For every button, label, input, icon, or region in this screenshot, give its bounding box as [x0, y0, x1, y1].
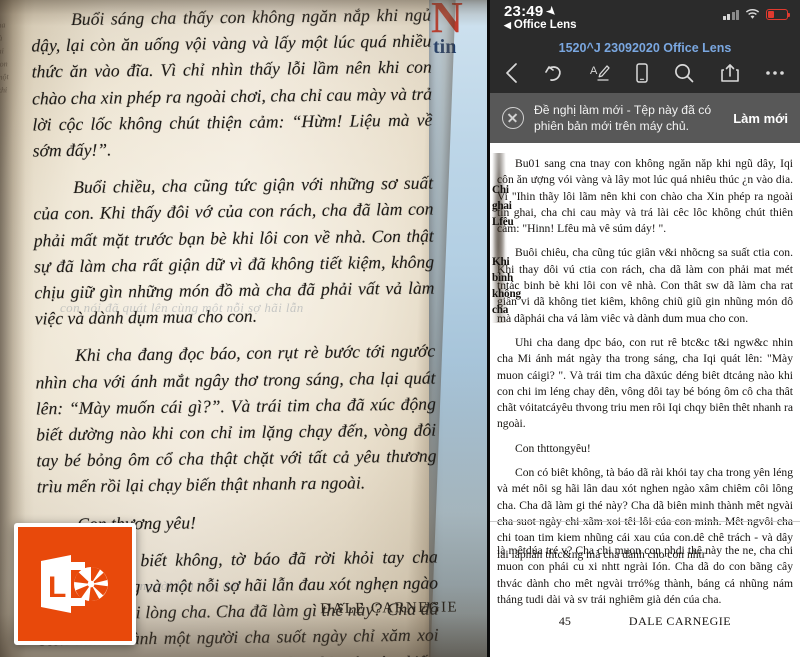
- close-circle-icon[interactable]: [502, 107, 524, 129]
- status-bar: 23:49 ➤ ◀ Office Lens: [490, 0, 800, 40]
- svg-text:L: L: [48, 571, 66, 604]
- back-to-app-label: Office Lens: [513, 19, 577, 31]
- search-icon[interactable]: [673, 62, 695, 84]
- status-bar-time: 23:49: [504, 3, 544, 20]
- page-break-divider: [490, 521, 800, 522]
- ocr-page-footer: 45 DALE CARNEGIE: [497, 614, 793, 629]
- ocr-author-name: DALE CARNEGIE: [628, 614, 732, 629]
- book-page-photograph: N tin Buổi sáng cha thấy con không ngăn …: [0, 0, 487, 657]
- location-arrow-icon: ➤: [544, 4, 560, 20]
- ocr-paragraph: Bu01 sang cna tnay con không ngăn năp kh…: [497, 157, 793, 236]
- book-paragraph: Buổi chiều, cha cũng tức giận với những …: [33, 172, 435, 329]
- ocr-page-number: 45: [558, 614, 571, 629]
- status-bar-indicators: [722, 9, 791, 20]
- book-author-name: DALE CARNEGIE: [320, 599, 459, 618]
- back-to-app-link[interactable]: ◀ Office Lens: [504, 19, 788, 31]
- screenshot-root: N tin Buổi sáng cha thấy con không ngăn …: [0, 0, 800, 657]
- svg-text:A: A: [590, 65, 598, 77]
- wifi-icon: [745, 9, 760, 19]
- mobile-view-icon[interactable]: [634, 62, 650, 84]
- undo-icon[interactable]: [543, 62, 565, 84]
- more-icon[interactable]: [764, 62, 786, 84]
- back-chevron-icon[interactable]: [504, 62, 520, 84]
- office-lens-glyph: L: [41, 555, 108, 613]
- book-paragraph: Khi cha đang đọc báo, con rụt rè bước tớ…: [35, 340, 437, 497]
- back-chevron-icon: ◀: [504, 19, 511, 30]
- refresh-button[interactable]: Làm mới: [733, 111, 788, 126]
- notification-message: Đề nghị làm mới - Tệp này đã có phiên bả…: [534, 103, 712, 133]
- ocr-paragraph: Uhi cha dang dpc báo, con rut rê btc&c t…: [497, 335, 793, 431]
- ocr-page-two: là mêtdúa tré v? Cha chi muon con phdi t…: [497, 543, 793, 629]
- ocr-paragraph: Con thttongyêu!: [515, 441, 591, 455]
- document-toolbar-area: 1520^J 23092020 Office Lens A: [490, 40, 800, 93]
- signal-bars-icon: [722, 9, 739, 20]
- document-toolbar: A: [490, 62, 800, 86]
- phone-screenshot: 23:49 ➤ ◀ Office Lens 1520^J 23092020 Of…: [487, 0, 800, 657]
- share-icon[interactable]: [719, 62, 741, 84]
- ocr-paragraph: là mêtdúa tré v? Cha chi muon con phdi t…: [497, 544, 793, 606]
- annotate-icon[interactable]: A: [589, 62, 611, 84]
- battery-low-icon: [766, 9, 791, 20]
- document-title: 1520^J 23092020 Office Lens: [558, 41, 732, 55]
- ocr-text-block: Bu01 sang cna tnay con không ngăn năp kh…: [497, 156, 793, 563]
- ocr-paragraph: Buôi chiêu, cha cũng túc giân v&i nhõcng…: [497, 246, 793, 325]
- refresh-notification-bar: Đề nghị làm mới - Tệp này đã có phiên bả…: [490, 93, 800, 143]
- office-lens-icon[interactable]: L: [14, 523, 136, 645]
- document-body[interactable]: Bu01 sang cna tnay con không ngăn năp kh…: [490, 143, 800, 657]
- top-shadow: [0, 0, 487, 26]
